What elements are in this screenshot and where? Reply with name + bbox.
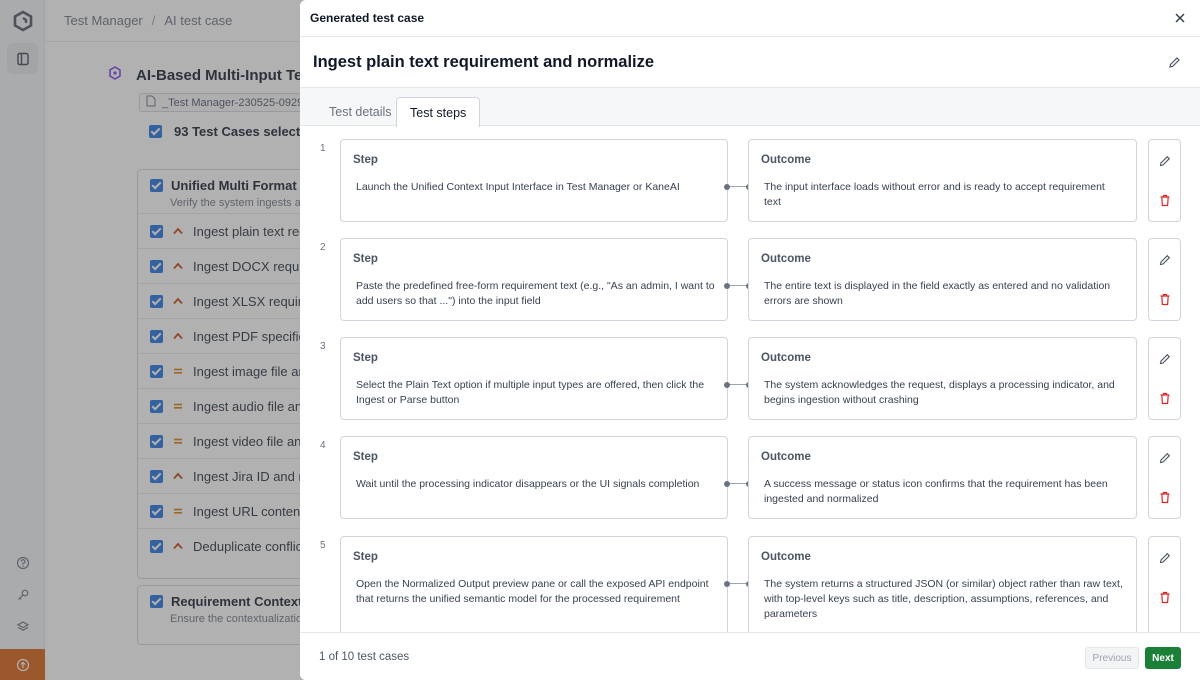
test-case-counter: 1 of 10 test cases bbox=[319, 650, 410, 663]
test-step: 4 Step Wait until the processing indicator… bbox=[300, 436, 1200, 519]
outcome-text: The system acknowledges the request, dis… bbox=[764, 379, 1115, 406]
close-icon[interactable] bbox=[1172, 10, 1188, 26]
test-step: 3 Step Select the Plain Text option if mul… bbox=[300, 337, 1200, 420]
pencil-icon[interactable] bbox=[1158, 551, 1172, 565]
trash-icon[interactable] bbox=[1158, 590, 1172, 604]
step-number: 3 bbox=[320, 341, 326, 352]
outcome-card[interactable]: Outcome The input interface loads without… bbox=[748, 139, 1137, 222]
test-step: 1 Step Launch the Unified Context Input In… bbox=[300, 139, 1200, 222]
step-number: 4 bbox=[320, 440, 326, 451]
tabs-bar: Test details Test steps bbox=[300, 88, 1200, 127]
pencil-icon[interactable] bbox=[1158, 451, 1172, 465]
test-case-drawer: Generated test case Ingest plain text re… bbox=[300, 0, 1200, 680]
trash-icon[interactable] bbox=[1158, 292, 1172, 306]
step-card[interactable]: Step Open the Normalized Output preview p… bbox=[340, 536, 728, 632]
outcome-text: The input interface loads without error … bbox=[764, 181, 1105, 208]
step-text: Select the Plain Text option if multiple… bbox=[356, 379, 705, 406]
test-case-title: Ingest plain text requirement and normal… bbox=[313, 52, 655, 71]
outcome-label: Outcome bbox=[761, 451, 811, 463]
trash-icon[interactable] bbox=[1158, 391, 1172, 405]
step-text: Open the Normalized Output preview pane … bbox=[356, 578, 709, 605]
outcome-label: Outcome bbox=[761, 253, 811, 265]
step-label: Step bbox=[353, 154, 378, 166]
step-actions bbox=[1148, 436, 1181, 519]
step-label: Step bbox=[353, 253, 378, 265]
next-button[interactable]: Next bbox=[1145, 647, 1181, 669]
step-text: Paste the predefined free-form requireme… bbox=[356, 280, 715, 307]
tab-test-steps[interactable]: Test steps bbox=[396, 97, 481, 127]
outcome-label: Outcome bbox=[761, 154, 811, 166]
pencil-icon[interactable] bbox=[1158, 253, 1172, 267]
drawer-footer: 1 of 10 test cases Previous Next bbox=[300, 632, 1200, 680]
trash-icon[interactable] bbox=[1158, 193, 1172, 207]
outcome-card[interactable]: Outcome A success message or status icon … bbox=[748, 436, 1137, 519]
step-label: Step bbox=[353, 352, 378, 364]
tab-test-details[interactable]: Test details bbox=[316, 97, 405, 127]
outcome-label: Outcome bbox=[761, 551, 811, 563]
step-number: 1 bbox=[320, 143, 326, 154]
step-label: Step bbox=[353, 451, 378, 463]
outcome-text: The entire text is displayed in the fiel… bbox=[764, 280, 1111, 307]
step-label: Step bbox=[353, 551, 378, 563]
step-card[interactable]: Step Launch the Unified Context Input Int… bbox=[340, 139, 728, 222]
test-case-title-row: Ingest plain text requirement and normal… bbox=[300, 37, 1200, 88]
previous-button[interactable]: Previous bbox=[1085, 647, 1139, 669]
outcome-card[interactable]: Outcome The system returns a structured J… bbox=[748, 536, 1137, 632]
step-number: 2 bbox=[320, 242, 326, 253]
pencil-icon[interactable] bbox=[1166, 54, 1182, 70]
outcome-label: Outcome bbox=[761, 352, 811, 364]
step-text: Launch the Unified Context Input Interfa… bbox=[356, 181, 680, 193]
step-actions bbox=[1148, 337, 1181, 420]
outcome-text: The system returns a structured JSON (or… bbox=[764, 578, 1123, 620]
test-step: 5 Step Open the Normalized Output preview … bbox=[300, 536, 1200, 632]
outcome-text: A success message or status icon confirm… bbox=[764, 478, 1108, 505]
step-actions bbox=[1148, 139, 1181, 222]
step-card[interactable]: Step Select the Plain Text option if mult… bbox=[340, 337, 728, 420]
outcome-card[interactable]: Outcome The system acknowledges the reque… bbox=[748, 337, 1137, 420]
step-text: Wait until the processing indicator disa… bbox=[356, 478, 700, 490]
step-card[interactable]: Step Wait until the processing indicator … bbox=[340, 436, 728, 519]
trash-icon[interactable] bbox=[1158, 490, 1172, 504]
pencil-icon[interactable] bbox=[1158, 352, 1172, 366]
drawer-header: Generated test case bbox=[300, 0, 1200, 37]
pencil-icon[interactable] bbox=[1158, 154, 1172, 168]
test-steps-list[interactable]: 1 Step Launch the Unified Context Input In… bbox=[300, 126, 1200, 632]
step-actions bbox=[1148, 536, 1181, 632]
step-number: 5 bbox=[320, 540, 326, 551]
drawer-title: Generated test case bbox=[310, 11, 425, 25]
outcome-card[interactable]: Outcome The entire text is displayed in t… bbox=[748, 238, 1137, 321]
step-card[interactable]: Step Paste the predefined free-form requi… bbox=[340, 238, 728, 321]
test-step: 2 Step Paste the predefined free-form requ… bbox=[300, 238, 1200, 321]
step-actions bbox=[1148, 238, 1181, 321]
